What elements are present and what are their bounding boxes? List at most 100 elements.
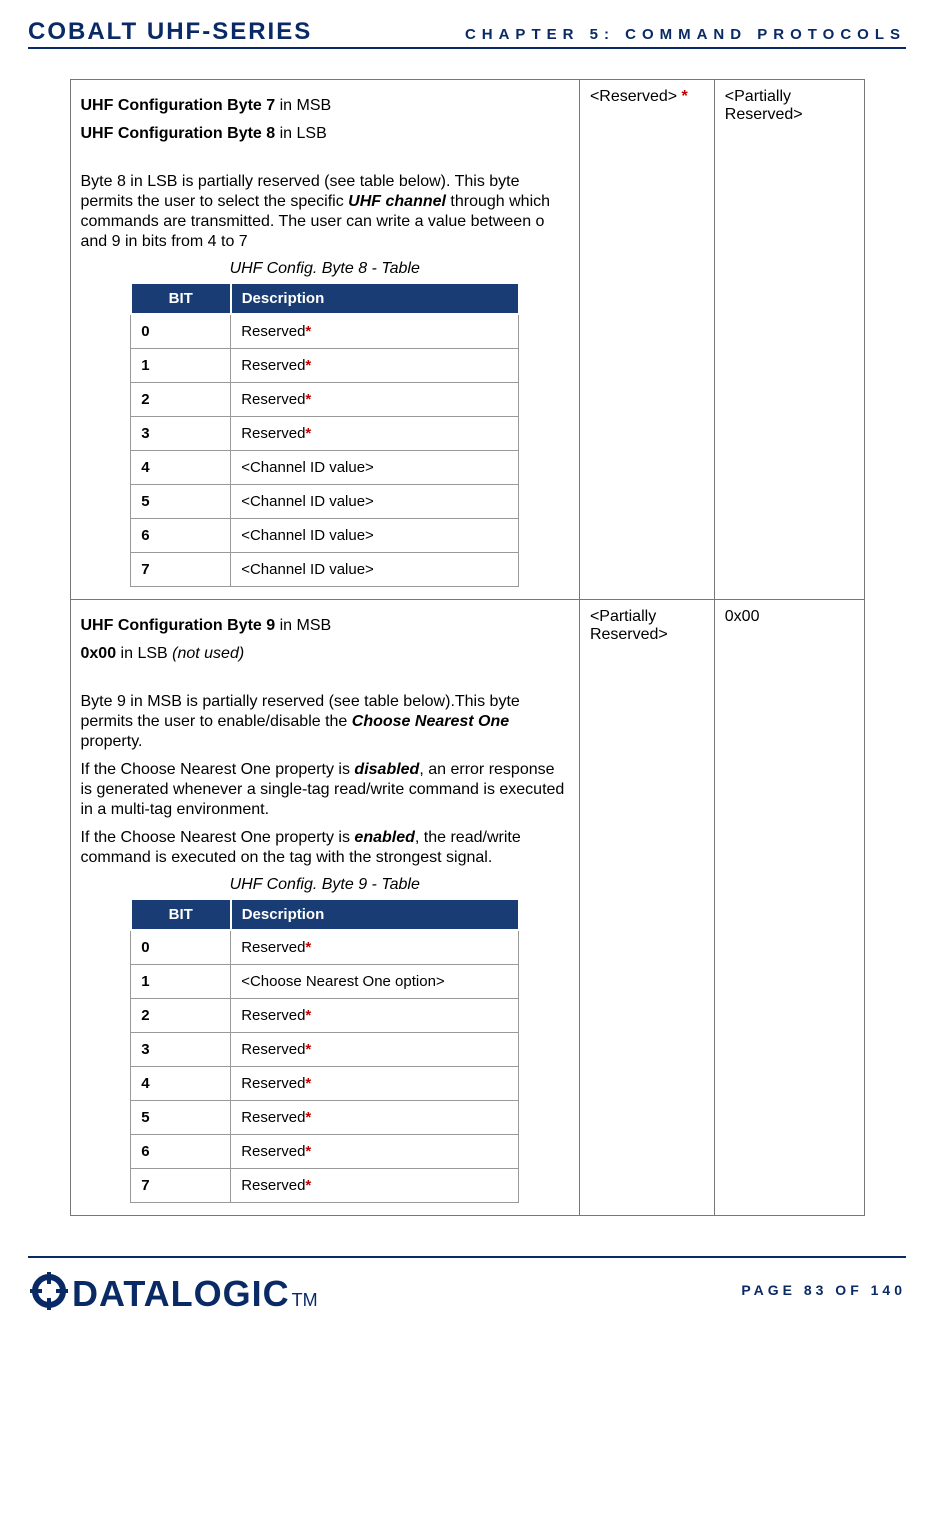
cell-description: UHF Configuration Byte 7 in MSB UHF Conf…	[70, 80, 579, 600]
bit-number: 7	[131, 553, 231, 587]
bit-description: <Channel ID value>	[231, 553, 519, 587]
bit-description: Reserved*	[231, 930, 519, 965]
bit-description: Reserved*	[231, 417, 519, 451]
text: in LSB	[116, 645, 172, 662]
page-number: PAGE 83 OF 140	[741, 1282, 906, 1298]
asterisk-icon: *	[305, 323, 311, 340]
bit-number: 3	[131, 1033, 231, 1067]
datalogic-logo: DATALOGIC TM	[28, 1264, 318, 1315]
bit-description: <Choose Nearest One option>	[231, 965, 519, 999]
bit-row: 6Reserved*	[131, 1135, 519, 1169]
header-right: CHAPTER 5: COMMAND PROTOCOLS	[465, 26, 906, 43]
bit-number: 2	[131, 383, 231, 417]
bit-row: 3Reserved*	[131, 1033, 519, 1067]
disabled-term: disabled	[354, 761, 419, 778]
text: If the Choose Nearest One property is	[81, 829, 355, 846]
asterisk-icon: *	[305, 425, 311, 442]
bit-row: 5Reserved*	[131, 1101, 519, 1135]
bit-row: 4Reserved*	[131, 1067, 519, 1101]
enabled-term: enabled	[354, 829, 414, 846]
datalogic-mark-icon	[28, 1270, 70, 1312]
bit-row: 6<Channel ID value>	[131, 519, 519, 553]
asterisk-icon: *	[305, 357, 311, 374]
bit-row: 7Reserved*	[131, 1169, 519, 1203]
bit-row: 0Reserved*	[131, 314, 519, 349]
not-used-note: (not used)	[172, 645, 244, 662]
bit-number: 6	[131, 519, 231, 553]
bit-row: 1<Choose Nearest One option>	[131, 965, 519, 999]
cell-description: UHF Configuration Byte 9 in MSB 0x00 in …	[70, 600, 579, 1216]
bit-description: Reserved*	[231, 349, 519, 383]
bit-number: 3	[131, 417, 231, 451]
asterisk-icon: *	[682, 88, 688, 105]
lsb-value: 0x00	[81, 645, 117, 662]
bit-row: 3Reserved*	[131, 417, 519, 451]
bit-row: 7<Channel ID value>	[131, 553, 519, 587]
bit-description: Reserved*	[231, 1101, 519, 1135]
bit-description: <Channel ID value>	[231, 485, 519, 519]
byte9-title: UHF Configuration Byte 9	[81, 617, 276, 634]
byte8-title: UHF Configuration Byte 8	[81, 125, 276, 142]
bit-header: BIT	[131, 899, 231, 930]
header-left: COBALT UHF-SERIES	[28, 18, 312, 46]
bit-number: 7	[131, 1169, 231, 1203]
bit-number: 5	[131, 1101, 231, 1135]
page-header: COBALT UHF-SERIES CHAPTER 5: COMMAND PRO…	[28, 18, 906, 49]
asterisk-icon: *	[305, 1041, 311, 1058]
table-row: UHF Configuration Byte 7 in MSB UHF Conf…	[70, 80, 864, 600]
bit-number: 1	[131, 349, 231, 383]
asterisk-icon: *	[305, 391, 311, 408]
bit-description: Reserved*	[231, 1169, 519, 1203]
description-header: Description	[231, 899, 519, 930]
bit-number: 1	[131, 965, 231, 999]
reserved-value: <Reserved>	[590, 88, 682, 105]
protocol-table: UHF Configuration Byte 7 in MSB UHF Conf…	[70, 79, 865, 1216]
bit-description: Reserved*	[231, 999, 519, 1033]
bit-description: Reserved*	[231, 1033, 519, 1067]
cell-lsb: 0x00	[714, 600, 864, 1216]
asterisk-icon: *	[305, 1109, 311, 1126]
page-footer: DATALOGIC TM PAGE 83 OF 140	[28, 1256, 906, 1315]
asterisk-icon: *	[305, 1177, 311, 1194]
bit-description: <Channel ID value>	[231, 519, 519, 553]
byte9-table-caption: UHF Config. Byte 9 - Table	[81, 876, 569, 894]
bit-description: Reserved*	[231, 1067, 519, 1101]
bit-description: Reserved*	[231, 314, 519, 349]
bit-number: 5	[131, 485, 231, 519]
bit-number: 0	[131, 930, 231, 965]
bit-row: 1Reserved*	[131, 349, 519, 383]
text: in MSB	[275, 617, 331, 634]
uhf-channel-term: UHF channel	[348, 193, 446, 210]
bit-number: 0	[131, 314, 231, 349]
bit-number: 2	[131, 999, 231, 1033]
byte8-bit-table: BIT Description 0Reserved*1Reserved*2Res…	[130, 282, 520, 587]
description-header: Description	[231, 283, 519, 314]
bit-row: 5<Channel ID value>	[131, 485, 519, 519]
bit-description: Reserved*	[231, 1135, 519, 1169]
cell-msb: <Partially Reserved>	[579, 600, 714, 1216]
logo-text: DATALOGIC	[72, 1273, 290, 1315]
text: in LSB	[275, 125, 327, 142]
bit-row: 4<Channel ID value>	[131, 451, 519, 485]
text: in MSB	[275, 97, 331, 114]
lsb-hex-value: 0x00	[725, 608, 760, 625]
logo-tm: TM	[292, 1290, 318, 1311]
cell-lsb: <Partially Reserved>	[714, 80, 864, 600]
byte8-table-caption: UHF Config. Byte 8 - Table	[81, 260, 569, 278]
bit-number: 4	[131, 451, 231, 485]
bit-row: 0Reserved*	[131, 930, 519, 965]
partially-reserved-value: <Partially Reserved>	[590, 608, 668, 643]
bit-description: <Channel ID value>	[231, 451, 519, 485]
bit-number: 4	[131, 1067, 231, 1101]
bit-row: 2Reserved*	[131, 383, 519, 417]
cell-msb: <Reserved> *	[579, 80, 714, 600]
asterisk-icon: *	[305, 939, 311, 956]
asterisk-icon: *	[305, 1007, 311, 1024]
bit-header: BIT	[131, 283, 231, 314]
table-row: UHF Configuration Byte 9 in MSB 0x00 in …	[70, 600, 864, 1216]
byte9-bit-table: BIT Description 0Reserved*1<Choose Neare…	[130, 898, 520, 1203]
partially-reserved-value: <Partially Reserved>	[725, 88, 803, 123]
choose-nearest-one-term: Choose Nearest One	[352, 713, 509, 730]
bit-number: 6	[131, 1135, 231, 1169]
bit-description: Reserved*	[231, 383, 519, 417]
